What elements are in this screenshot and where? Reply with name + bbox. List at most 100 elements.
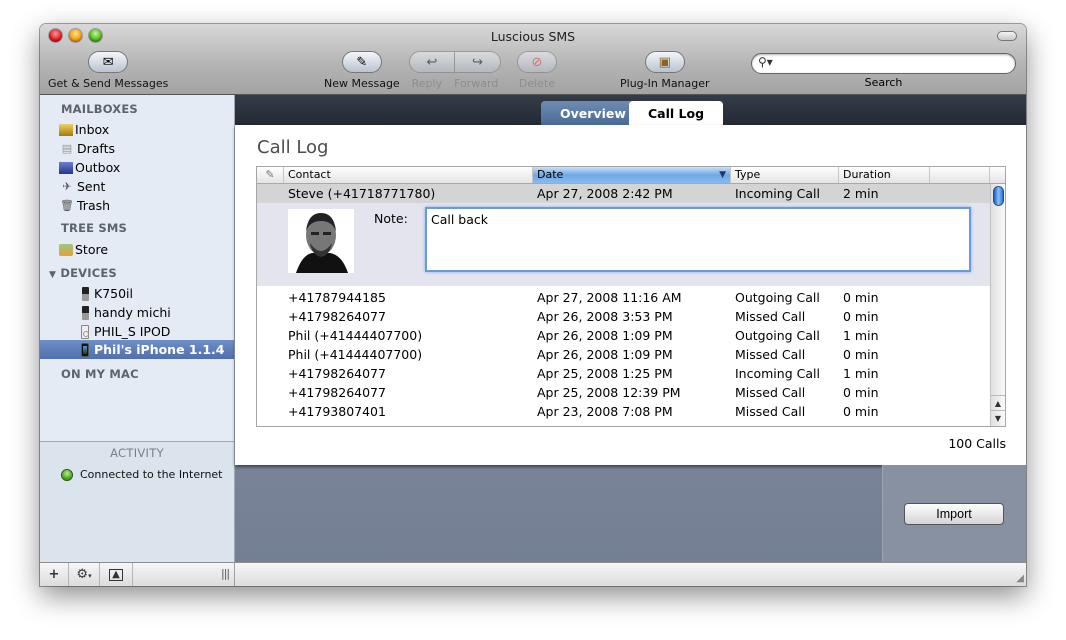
- bottom-bar-divider: [234, 563, 235, 586]
- reply-forward-group: ↩ ↪ Reply Forward: [409, 51, 501, 90]
- cell-type: Outgoing Call: [735, 328, 820, 343]
- column-contact[interactable]: Contact: [284, 167, 533, 183]
- table-row[interactable]: +41798264077 Apr 25, 2008 12:39 PM Missed …: [257, 383, 990, 402]
- sidebar-item-sent[interactable]: ✈ Sent: [59, 177, 105, 196]
- cell-date: Apr 23, 2008 7:08 PM: [537, 404, 673, 419]
- pencil-icon: ✎: [265, 168, 275, 181]
- search-field[interactable]: ⚲▾: [751, 53, 1016, 74]
- show-activity-button[interactable]: ▲: [100, 563, 133, 586]
- new-message-button[interactable]: ✎ New Message: [324, 51, 400, 90]
- column-edit[interactable]: ✎: [257, 167, 284, 183]
- vertical-scrollbar[interactable]: ▲ ▼: [990, 184, 1005, 426]
- tree-sms-header: TREE SMS: [61, 221, 128, 235]
- app-window: Luscious SMS ✉ Get & Send Messages ✎ New…: [40, 24, 1026, 586]
- sidebar-item-inbox[interactable]: Inbox: [59, 120, 109, 139]
- cell-date: Apr 26, 2008 3:53 PM: [537, 309, 673, 324]
- table-row[interactable]: Phil (+41444407700) Apr 26, 2008 1:09 PM M…: [257, 345, 990, 364]
- cell-contact: Steve (+41718771780): [288, 186, 436, 201]
- cell-type: Incoming Call: [735, 186, 820, 201]
- table-row[interactable]: +41798264077 Apr 25, 2008 1:25 PM Incoming…: [257, 364, 990, 383]
- delete-button[interactable]: ⊘ Delete: [517, 51, 557, 90]
- column-type[interactable]: Type: [731, 167, 839, 183]
- sidebar-item-trash[interactable]: 🗑 Trash: [59, 196, 110, 215]
- cell-type: Outgoing Call: [735, 290, 820, 305]
- plus-icon: +: [48, 567, 60, 582]
- plugin-manager-button[interactable]: ▣ Plug-In Manager: [620, 51, 710, 90]
- toolbar: Luscious SMS ✉ Get & Send Messages ✎ New…: [40, 24, 1026, 95]
- table-row[interactable]: +41798264077 Apr 26, 2008 3:53 PM Missed C…: [257, 307, 990, 326]
- cell-type: Incoming Call: [735, 366, 820, 381]
- gear-icon: ⚙▾: [76, 567, 92, 582]
- add-button[interactable]: +: [40, 563, 69, 586]
- cell-date: Apr 25, 2008 1:25 PM: [537, 366, 673, 381]
- cell-type: Missed Call: [735, 385, 806, 400]
- import-button[interactable]: Import: [904, 503, 1004, 525]
- compose-icon: ✎: [356, 54, 368, 70]
- package-icon: ▣: [658, 54, 671, 70]
- forward-button[interactable]: Forward: [454, 77, 498, 90]
- sidebar-item-store[interactable]: Store: [59, 240, 108, 259]
- sidebar: MAILBOXES Inbox ▤ Drafts Outbox ✈ Sent 🗑…: [40, 95, 235, 562]
- toolbar-toggle-button[interactable]: [997, 31, 1017, 41]
- cell-contact: +41793807401: [288, 404, 386, 419]
- sidebar-item-drafts[interactable]: ▤ Drafts: [59, 139, 115, 158]
- phone-icon: [81, 305, 89, 320]
- ipod-icon: [81, 324, 89, 339]
- cell-duration: 0 min: [843, 309, 879, 324]
- column-date[interactable]: Date ▼: [533, 167, 731, 183]
- cell-contact: +41787944185: [288, 290, 386, 305]
- phone-icon: [81, 286, 89, 301]
- window-resize-grip-icon[interactable]: ◢: [1016, 573, 1024, 584]
- sidebar-device-phil-s-ipod[interactable]: PHIL_S IPOD: [80, 322, 170, 341]
- reply-button[interactable]: Reply: [412, 77, 442, 90]
- contact-photo: [288, 209, 354, 273]
- cell-type: Missed Call: [735, 347, 806, 362]
- column-empty: [930, 167, 990, 183]
- forward-icon[interactable]: ↪: [455, 51, 501, 73]
- table-row[interactable]: +41787944185 Apr 27, 2008 11:16 AM Outgoin…: [257, 288, 990, 307]
- reply-icon[interactable]: ↩: [409, 51, 455, 73]
- window-title: Luscious SMS: [490, 29, 576, 44]
- cell-duration: 1 min: [843, 328, 879, 343]
- outbox-icon: [59, 161, 73, 174]
- call-count: 100 Calls: [948, 436, 1006, 451]
- devices-header[interactable]: ▼ DEVICES: [49, 266, 117, 280]
- get-send-messages-button[interactable]: ✉ Get & Send Messages: [48, 51, 168, 90]
- row-detail: Note: Call back: [257, 203, 990, 286]
- note-label: Note:: [374, 211, 408, 226]
- column-duration[interactable]: Duration: [839, 167, 930, 183]
- activity-panel-icon: ▲: [109, 568, 123, 581]
- sidebar-device-phils-iphone[interactable]: Phil's iPhone 1.1.4: [80, 340, 225, 359]
- activity-status: Connected to the Internet: [80, 468, 223, 481]
- sidebar-item-outbox[interactable]: Outbox: [59, 158, 120, 177]
- cell-contact: +41798264077: [288, 309, 386, 324]
- sidebar-device-k750il[interactable]: K750il: [80, 284, 133, 303]
- search-input[interactable]: [774, 56, 1009, 71]
- bottom-bar: + ⚙▾ ▲ ||| ◢: [40, 562, 1026, 586]
- cell-contact: Phil (+41444407700): [288, 328, 423, 343]
- cell-date: Apr 27, 2008 11:16 AM: [537, 290, 682, 305]
- table-row[interactable]: Phil (+41444407700) Apr 26, 2008 1:09 PM O…: [257, 326, 990, 345]
- scroll-up-arrow-icon[interactable]: ▲: [991, 395, 1005, 410]
- scroll-down-arrow-icon[interactable]: ▼: [991, 410, 1005, 426]
- iphone-icon: [81, 342, 89, 357]
- note-textarea[interactable]: Call back: [425, 207, 971, 272]
- disclosure-triangle-icon[interactable]: ▼: [49, 270, 56, 280]
- cell-date: Apr 26, 2008 1:09 PM: [537, 347, 673, 362]
- delete-icon: ⊘: [531, 54, 543, 70]
- sidebar-device-handy-michi[interactable]: handy michi: [80, 303, 171, 322]
- cell-duration: 0 min: [843, 385, 879, 400]
- tab-strip: Overview Call Log: [235, 95, 1026, 125]
- call-log-panel: Call Log ✎ Contact Date ▼ Type Duration: [235, 125, 1026, 465]
- split-view-grip-icon[interactable]: |||: [221, 567, 230, 580]
- cell-duration: 0 min: [843, 290, 879, 305]
- table-header: ✎ Contact Date ▼ Type Duration: [257, 167, 1005, 184]
- table-row[interactable]: +41793807401 Apr 23, 2008 7:08 PM Missed C…: [257, 402, 990, 421]
- tab-call-log[interactable]: Call Log: [629, 101, 724, 125]
- cell-contact: Phil (+41444407700): [288, 347, 423, 362]
- call-log-table: ✎ Contact Date ▼ Type Duration Steve (+4…: [256, 166, 1006, 427]
- action-menu-button[interactable]: ⚙▾: [69, 563, 100, 586]
- sent-icon: ✈: [62, 180, 72, 193]
- table-row-selected[interactable]: Steve (+41718771780) Apr 27, 2008 2:42 P…: [257, 184, 990, 203]
- scrollbar-thumb[interactable]: [993, 186, 1004, 206]
